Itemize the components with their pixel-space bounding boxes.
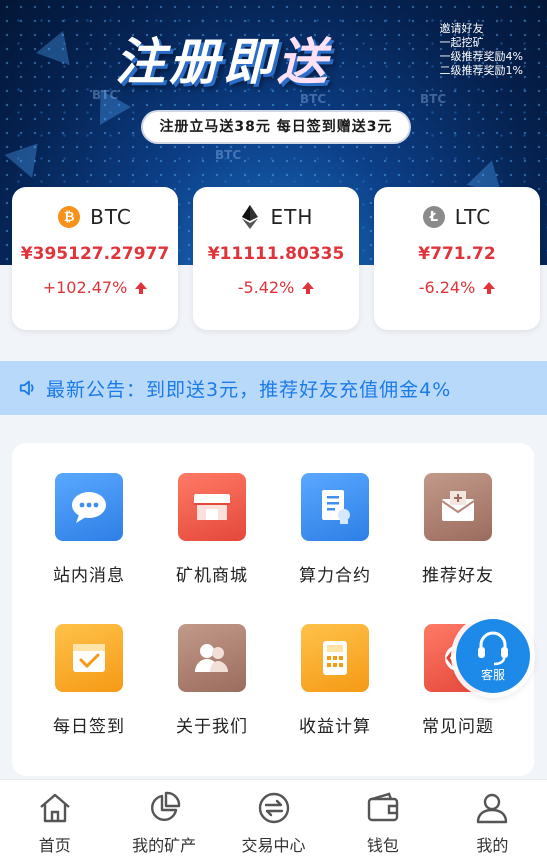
banner-watermark: BTC: [300, 92, 327, 106]
ticker-symbol: BTC: [90, 205, 132, 229]
message-icon: [55, 473, 123, 541]
menu-item-messages[interactable]: 站内消息: [34, 473, 144, 586]
ticker-card-btc[interactable]: ₿ BTC ¥395127.27977 +102.47%: [12, 187, 178, 330]
tab-label: 钱包: [366, 836, 399, 855]
menu-label: 站内消息: [53, 566, 125, 586]
arrow-up-icon: [302, 282, 315, 294]
ticker-change: -5.42%: [237, 278, 295, 297]
tab-wallet[interactable]: 钱包: [328, 780, 437, 861]
invite-line: 一级推荐奖励4%: [439, 50, 523, 63]
tab-label: 首页: [38, 836, 71, 855]
arrow-up-icon: [135, 282, 148, 294]
ticker-price: ¥395127.27977: [20, 244, 170, 264]
customer-service-label: 客服: [480, 668, 505, 682]
contract-icon: [301, 473, 369, 541]
banner-watermark: BTC: [420, 92, 447, 106]
ticker-symbol: LTC: [454, 205, 492, 229]
announcement-text: 到即送3元，推荐好友充值佣金4%: [146, 378, 452, 401]
invite-line: 邀请好友: [439, 22, 484, 35]
tab-label: 我的: [476, 836, 509, 855]
menu-label: 关于我们: [176, 717, 248, 737]
speaker-icon: [19, 380, 34, 396]
announcement-label: 最新公告：: [46, 378, 147, 401]
menu-item-about[interactable]: 关于我们: [157, 624, 267, 737]
bottom-tab-bar: 首页 我的矿产 交易中心 钱包 我的: [0, 779, 547, 861]
announcement-bar[interactable]: 最新公告： 到即送3元，推荐好友充值佣金4%: [0, 361, 547, 415]
customer-service-button[interactable]: 客服: [456, 619, 530, 693]
tab-label: 我的矿产: [132, 836, 197, 855]
feature-grid: 站内消息 矿机商城 算力合约 推荐好友 每日签到 关于我们 收益计算 常见问题: [12, 443, 534, 776]
menu-item-calculator[interactable]: 收益计算: [280, 624, 390, 737]
ticker-price: ¥771.72: [418, 244, 496, 264]
ethereum-icon: [239, 205, 261, 229]
menu-item-checkin[interactable]: 每日签到: [34, 624, 144, 737]
bitcoin-icon: ₿: [58, 206, 81, 228]
menu-label: 常见问题: [422, 717, 494, 737]
about-icon: [178, 624, 246, 692]
menu-label: 算力合约: [299, 566, 371, 586]
ticker-symbol: ETH: [270, 205, 314, 229]
home-icon: [39, 793, 70, 823]
menu-label: 矿机商城: [176, 566, 248, 586]
user-icon: [477, 793, 508, 824]
banner-promo-pill: 注册立马送38元 每日签到赠送3元: [143, 112, 409, 142]
tab-label: 交易中心: [241, 836, 306, 855]
pie-chart-icon: [151, 791, 181, 821]
menu-label: 每日签到: [53, 717, 125, 737]
banner-title-main: 注册即: [115, 33, 277, 91]
menu-label: 收益计算: [299, 717, 371, 737]
ticker-card-ltc[interactable]: Ł LTC ¥771.72 -6.24%: [374, 187, 540, 330]
shop-icon: [178, 473, 246, 541]
tab-trading[interactable]: 交易中心: [219, 780, 328, 861]
calculator-icon: [301, 624, 369, 692]
ticker-change: +102.47%: [42, 278, 128, 297]
banner-title-accent: 送: [277, 33, 331, 91]
checkin-icon: [55, 624, 123, 692]
menu-label: 推荐好友: [422, 566, 494, 586]
ticker-card-eth[interactable]: ETH ¥11111.80335 -5.42%: [193, 187, 359, 330]
invite-line: 一起挖矿: [439, 36, 484, 49]
litecoin-icon: Ł: [422, 206, 445, 228]
banner-invite-text: 邀请好友 一起挖矿 一级推荐奖励4% 二级推荐奖励1%: [440, 22, 523, 78]
menu-item-invite[interactable]: 推荐好友: [403, 473, 513, 586]
headset-icon: [478, 631, 508, 666]
ticker-price: ¥11111.80335: [207, 244, 345, 264]
invite-icon: [424, 473, 492, 541]
arrow-up-icon: [483, 282, 496, 294]
menu-item-shop[interactable]: 矿机商城: [157, 473, 267, 586]
tab-home[interactable]: 首页: [0, 780, 109, 861]
tab-my-mining[interactable]: 我的矿产: [109, 780, 218, 861]
banner-title: 注册即送: [115, 22, 331, 94]
ticker-change: -6.24%: [418, 278, 476, 297]
invite-line: 二级推荐奖励1%: [439, 64, 523, 77]
tab-profile[interactable]: 我的: [438, 780, 547, 861]
exchange-icon: [258, 792, 289, 824]
wallet-icon: [367, 792, 399, 822]
banner-watermark: BTC: [215, 148, 242, 162]
menu-item-contract[interactable]: 算力合约: [280, 473, 390, 586]
